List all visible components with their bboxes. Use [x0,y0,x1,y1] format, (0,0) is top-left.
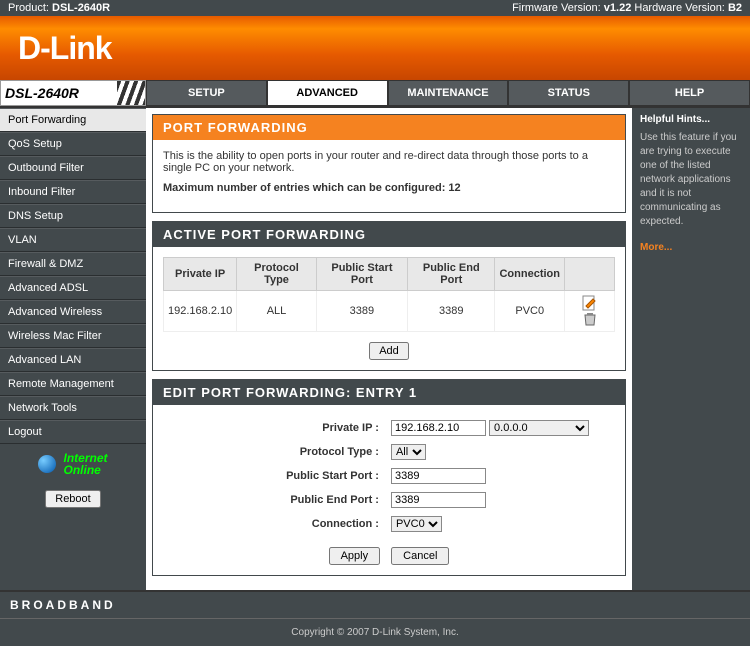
th-end: Public End Port [408,258,495,291]
internet-status: Internet Online [0,444,146,484]
td-actions [565,291,615,332]
version-info: Firmware Version: v1.22 Hardware Version… [512,2,742,14]
product-label: Product: [8,2,49,14]
th-actions [565,258,615,291]
internet-status-label: Internet Online [64,452,108,476]
model-badge: DSL-2640R [0,80,146,106]
delete-icon[interactable] [582,311,598,327]
sidebar-item-adsl[interactable]: Advanced ADSL [0,276,146,300]
product-value: DSL-2640R [52,2,110,14]
max-entries-label: Maximum number of entries which can be c… [163,182,461,194]
sidebar-item-inbound[interactable]: Inbound Filter [0,180,146,204]
hints-title: Helpful Hints... [640,114,742,125]
model-text: DSL-2640R [5,85,85,101]
tab-setup[interactable]: SETUP [146,80,267,106]
td-protocol: ALL [237,291,317,332]
nav-row: DSL-2640R SETUP ADVANCED MAINTENANCE STA… [0,80,750,108]
th-protocol: Protocol Type [237,258,317,291]
sidebar: Port Forwarding QoS Setup Outbound Filte… [0,108,146,590]
td-ip: 192.168.2.10 [164,291,237,332]
end-port-input[interactable] [391,492,486,508]
hints-panel: Helpful Hints... Use this feature if you… [632,108,750,590]
table-header-row: Private IP Protocol Type Public Start Po… [164,258,615,291]
sidebar-item-nettools[interactable]: Network Tools [0,396,146,420]
active-table: Private IP Protocol Type Public Start Po… [163,257,615,332]
table-row: 192.168.2.10 ALL 3389 3389 PVC0 [164,291,615,332]
firmware-value: v1.22 [604,2,632,14]
sidebar-item-port-forwarding[interactable]: Port Forwarding [0,108,146,132]
lbl-protocol: Protocol Type : [184,441,384,463]
edit-title: EDIT PORT FORWARDING: ENTRY 1 [153,380,625,405]
tab-maintenance[interactable]: MAINTENANCE [388,80,509,106]
sidebar-item-dns[interactable]: DNS Setup [0,204,146,228]
top-bar: Product: DSL-2640R Firmware Version: v1.… [0,0,750,16]
th-private-ip: Private IP [164,258,237,291]
tab-status[interactable]: STATUS [508,80,629,106]
lbl-end: Public End Port : [184,489,384,511]
hardware-label: Hardware Version: [634,2,725,14]
hardware-value: B2 [728,2,742,14]
footer-copyright: Copyright © 2007 D-Link System, Inc. [0,618,750,646]
td-conn: PVC0 [495,291,565,332]
sidebar-item-vlan[interactable]: VLAN [0,228,146,252]
tab-help[interactable]: HELP [629,80,750,106]
reboot-button[interactable]: Reboot [45,490,100,508]
globe-icon [38,455,56,473]
hints-more-link[interactable]: More... [640,241,742,255]
sidebar-item-wireless[interactable]: Advanced Wireless [0,300,146,324]
start-port-input[interactable] [391,468,486,484]
sidebar-item-remote[interactable]: Remote Management [0,372,146,396]
add-button[interactable] [369,342,409,360]
dlink-logo: D-Link [18,30,112,67]
port-forwarding-title: PORT FORWARDING [153,115,625,140]
banner: D-Link [0,16,750,80]
port-forwarding-desc: This is the ability to open ports in you… [163,150,615,174]
protocol-select[interactable]: All [391,444,426,460]
sidebar-item-qos[interactable]: QoS Setup [0,132,146,156]
th-start: Public Start Port [316,258,407,291]
private-ip-input[interactable] [391,420,486,436]
active-title: ACTIVE PORT FORWARDING [153,222,625,247]
lbl-private-ip: Private IP : [184,417,384,439]
hints-text: Use this feature if you are trying to ex… [640,131,742,229]
sidebar-item-firewall[interactable]: Firewall & DMZ [0,252,146,276]
product-info: Product: DSL-2640R [8,2,110,14]
sidebar-item-lan[interactable]: Advanced LAN [0,348,146,372]
lbl-conn: Connection : [184,513,384,535]
sidebar-item-outbound[interactable]: Outbound Filter [0,156,146,180]
connection-select[interactable]: PVC0 [391,516,442,532]
edit-icon[interactable] [582,295,598,311]
cancel-button[interactable] [391,547,449,565]
main-content: PORT FORWARDING This is the ability to o… [146,108,632,590]
td-end: 3389 [408,291,495,332]
firmware-label: Firmware Version: [512,2,601,14]
broadband-bar: BROADBAND [0,590,750,618]
ip-select[interactable]: 0.0.0.0 [489,420,589,436]
sidebar-item-macfilter[interactable]: Wireless Mac Filter [0,324,146,348]
sidebar-item-logout[interactable]: Logout [0,420,146,444]
apply-button[interactable] [329,547,381,565]
lbl-start: Public Start Port : [184,465,384,487]
th-conn: Connection [495,258,565,291]
internet-line2: Online [64,463,101,477]
tab-advanced[interactable]: ADVANCED [267,80,388,106]
td-start: 3389 [316,291,407,332]
